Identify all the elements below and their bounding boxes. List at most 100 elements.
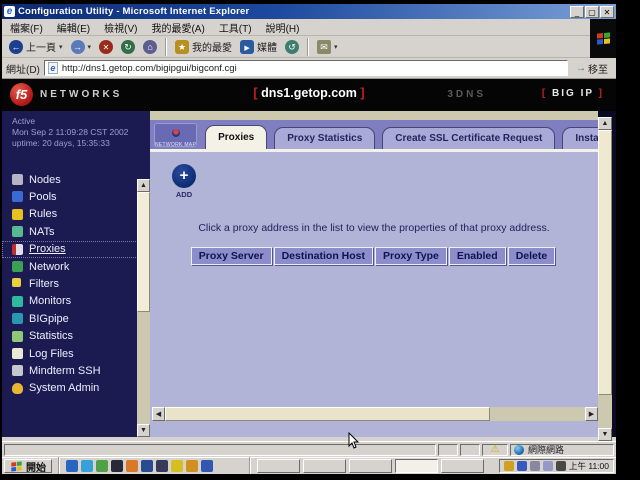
page-icon: e [48,62,58,74]
security-zone-pane: 網際網路 [510,444,614,456]
history-button[interactable] [282,39,302,55]
taskbar-window-button[interactable] [303,459,346,473]
back-icon [9,40,23,54]
sidebar-item-label: Mindterm SSH [29,365,101,377]
windows-flag-icon [11,461,21,471]
sidebar-item-pools[interactable]: Pools [2,188,150,205]
taskbar-window-button[interactable] [257,459,300,473]
back-button[interactable]: 上一頁 ▾ [6,38,66,55]
sidebar-item-monitors[interactable]: Monitors [2,293,150,310]
quick-launch-icon[interactable] [126,460,138,472]
horizontal-scroll-thumb[interactable] [165,407,490,421]
minimize-button[interactable]: _ [570,6,584,18]
menu-tools[interactable]: 工具(T) [219,20,252,35]
quick-launch-icon[interactable] [96,460,108,472]
tab-create-ssl-certificate-request[interactable]: Create SSL Certificate Request [382,127,555,149]
scroll-down-icon[interactable]: ▼ [598,428,612,441]
go-label: 移至 [588,61,608,76]
start-button[interactable]: 開始 [4,459,52,473]
scroll-right-icon[interactable]: ▶ [585,407,598,421]
forward-button[interactable]: ▾ [68,39,95,55]
quick-launch-icon[interactable] [141,460,153,472]
refresh-button[interactable] [118,39,138,55]
scroll-down-icon[interactable]: ▼ [137,424,150,437]
mail-button[interactable]: ▾ [314,39,341,55]
sidebar-item-system-admin[interactable]: System Admin [2,380,150,397]
tab-install-ssl-certificate[interactable]: Install SSL Certif [562,127,598,149]
sidebar-item-nats[interactable]: NATs [2,223,150,240]
quick-launch-icon[interactable] [231,460,243,472]
browser-vertical-scrollbar[interactable]: ▲ ▼ [598,117,612,441]
column-header-enabled[interactable]: Enabled [449,247,506,265]
menu-help[interactable]: 說明(H) [266,20,300,35]
sidebar-scrollbar[interactable]: ▲ ▼ [137,179,150,437]
nodes-icon [12,174,23,185]
bigip-text: BIG IP [552,88,594,99]
go-button[interactable]: → 移至 [572,60,612,77]
add-proxy-button[interactable]: + [172,164,196,188]
forward-dropdown-icon[interactable]: ▾ [88,43,92,51]
address-input[interactable]: e http://dns1.getop.com/bigipgui/bigconf… [44,60,568,76]
content-horizontal-scrollbar[interactable]: ◀ ▶ [152,407,598,421]
maximize-button[interactable]: ▢ [585,6,599,18]
sidebar-item-proxies[interactable]: Proxies [2,241,150,258]
taskbar-window-button[interactable] [441,459,484,473]
tray-icon[interactable] [543,461,553,471]
menu-favorites[interactable]: 我的最愛(A) [151,20,204,35]
column-header-delete[interactable]: Delete [508,247,556,265]
quick-launch-icon[interactable] [66,460,78,472]
taskbar-window-button-active[interactable] [395,459,438,473]
favorites-button[interactable]: 我的最愛 [172,38,235,55]
quick-launch-icon[interactable] [111,460,123,472]
window-title: Configuration Utility - Microsoft Intern… [18,6,249,17]
scroll-up-icon[interactable]: ▲ [598,117,612,130]
sidebar-item-filters[interactable]: Filters [2,275,150,292]
back-dropdown-icon[interactable]: ▾ [59,43,63,51]
scroll-left-icon[interactable]: ◀ [152,407,165,421]
tray-icon[interactable] [517,461,527,471]
column-header-proxy-type[interactable]: Proxy Type [375,247,447,265]
sidebar-item-label: Filters [29,278,59,290]
sidebar-item-nodes[interactable]: Nodes [2,171,150,188]
alert-pane: ⚠ [482,444,508,456]
quick-launch-icon[interactable] [81,460,93,472]
menu-view[interactable]: 檢視(V) [104,20,137,35]
stop-button[interactable] [96,39,116,55]
tray-icon[interactable] [504,461,514,471]
media-button[interactable]: 媒體 [237,38,280,55]
proxy-table-header: Proxy ServerDestination HostProxy TypeEn… [150,246,598,265]
add-button-label: ADD [172,190,196,199]
vertical-scroll-thumb[interactable] [598,130,612,395]
quick-launch-icon[interactable] [186,460,198,472]
sidebar-item-mindterm-ssh[interactable]: Mindterm SSH [2,362,150,379]
menu-file[interactable]: 檔案(F) [10,20,43,35]
tab-proxy-statistics[interactable]: Proxy Statistics [274,127,375,149]
sidebar-item-bigpipe[interactable]: BIGpipe [2,310,150,327]
network-map-button[interactable]: NETWORK MAP [154,123,197,147]
sidebar-item-network[interactable]: Network [2,258,150,275]
menu-edit[interactable]: 編輯(E) [57,20,90,35]
sidebar-item-rules[interactable]: Rules [2,206,150,223]
sidebar-item-log-files[interactable]: Log Files [2,345,150,362]
tab-proxies[interactable]: Proxies [205,125,267,149]
quick-launch-icon[interactable] [171,460,183,472]
toolbar-separator [165,38,167,56]
scroll-up-icon[interactable]: ▲ [137,179,150,192]
window-titlebar[interactable]: e Configuration Utility - Microsoft Inte… [2,4,616,19]
quick-launch-icon[interactable] [216,460,228,472]
sidebar-scroll-thumb[interactable] [137,192,150,312]
close-button[interactable]: ✕ [600,6,614,18]
sidebar-item-statistics[interactable]: Statistics [2,328,150,345]
column-header-proxy-server[interactable]: Proxy Server [191,247,272,265]
home-button[interactable] [140,39,160,55]
internet-zone-icon [514,445,524,455]
status-state: Active [12,116,146,127]
quick-launch-icon[interactable] [156,460,168,472]
quick-launch-icon[interactable] [201,460,213,472]
tray-icon[interactable] [530,461,540,471]
tray-icon[interactable] [556,461,566,471]
sidebar-item-label: Monitors [29,295,71,307]
column-header-destination-host[interactable]: Destination Host [274,247,373,265]
mail-dropdown-icon[interactable]: ▾ [334,43,338,51]
taskbar-window-button[interactable] [349,459,392,473]
